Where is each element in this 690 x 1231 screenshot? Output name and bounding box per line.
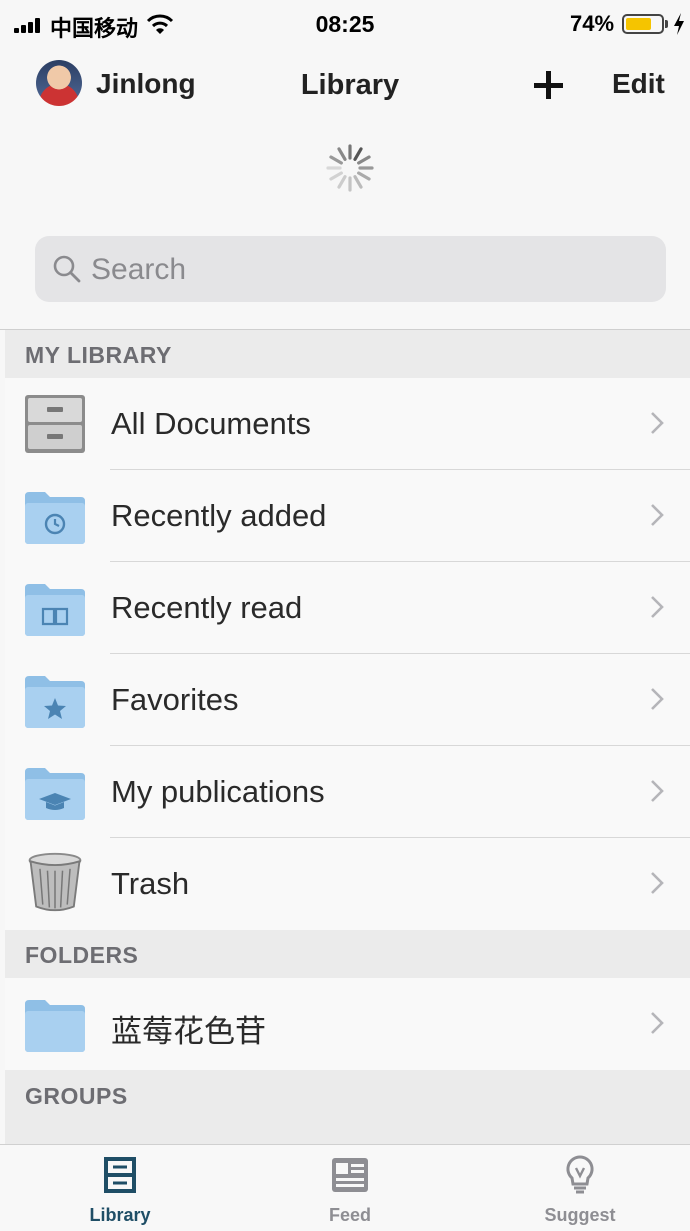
search-icon xyxy=(53,255,81,283)
section-header-my-library: MY LIBRARY xyxy=(5,330,690,378)
chevron-right-icon xyxy=(651,780,664,802)
battery-icon xyxy=(622,14,664,34)
library-item-all-documents[interactable]: All Documents xyxy=(5,378,690,470)
section-header-folders: FOLDERS xyxy=(5,930,690,978)
chevron-right-icon xyxy=(651,872,664,894)
folder-star-icon xyxy=(25,676,85,728)
item-label: Trash xyxy=(111,866,190,901)
section-header-groups: GROUPS xyxy=(5,1070,690,1144)
item-label: My publications xyxy=(111,774,325,809)
add-button[interactable] xyxy=(533,64,563,104)
search-input[interactable] xyxy=(89,247,633,293)
lightbulb-icon xyxy=(566,1155,594,1194)
chevron-right-icon xyxy=(651,412,664,434)
section-title: FOLDERS xyxy=(25,942,139,968)
item-label: 蓝莓花色苷 xyxy=(111,1014,266,1050)
tab-label: Feed xyxy=(328,1205,371,1225)
tab-label: Suggest xyxy=(544,1205,616,1225)
item-label: Recently read xyxy=(111,590,303,625)
item-label: Favorites xyxy=(111,682,239,717)
edit-button[interactable]: Edit xyxy=(612,68,665,100)
battery-tip xyxy=(665,20,668,28)
page-title: Library xyxy=(300,69,400,101)
tab-suggest[interactable]: Suggest xyxy=(510,1145,650,1231)
library-item-trash[interactable]: Trash xyxy=(5,838,690,930)
folder-item[interactable]: 蓝莓花色苷 xyxy=(5,978,690,1070)
tab-feed[interactable]: Feed xyxy=(280,1145,420,1231)
trash-icon xyxy=(28,852,82,912)
status-bar: 中国移动 08:25 74% xyxy=(0,0,690,50)
folder-graduation-cap-icon xyxy=(25,768,85,820)
chevron-right-icon xyxy=(651,596,664,618)
charging-bolt-icon xyxy=(674,13,684,35)
chevron-right-icon xyxy=(651,1012,664,1034)
library-item-favorites[interactable]: Favorites xyxy=(5,654,690,746)
item-label: Recently added xyxy=(111,498,327,533)
tab-label: Library xyxy=(89,1205,151,1225)
library-item-recently-read[interactable]: Recently read xyxy=(5,562,690,654)
section-title: GROUPS xyxy=(25,1083,128,1109)
chevron-right-icon xyxy=(651,688,664,710)
folder-clock-icon xyxy=(25,492,85,544)
library-icon xyxy=(104,1157,136,1193)
filing-cabinet-icon xyxy=(25,395,85,453)
tab-library[interactable]: Library xyxy=(50,1145,190,1231)
search-bar[interactable] xyxy=(35,236,666,302)
section-title: MY LIBRARY xyxy=(25,342,172,368)
library-item-recently-added[interactable]: Recently added xyxy=(5,470,690,562)
tab-bar: Library Feed Suggest xyxy=(0,1144,690,1231)
battery-percentage: 74% xyxy=(570,11,615,36)
loading-spinner-icon xyxy=(326,144,374,192)
folder-icon xyxy=(25,1000,85,1052)
feed-icon xyxy=(332,1158,368,1192)
folder-book-icon xyxy=(25,584,85,636)
library-item-my-publications[interactable]: My publications xyxy=(5,746,690,838)
item-label: All Documents xyxy=(111,406,311,441)
chevron-right-icon xyxy=(651,504,664,526)
